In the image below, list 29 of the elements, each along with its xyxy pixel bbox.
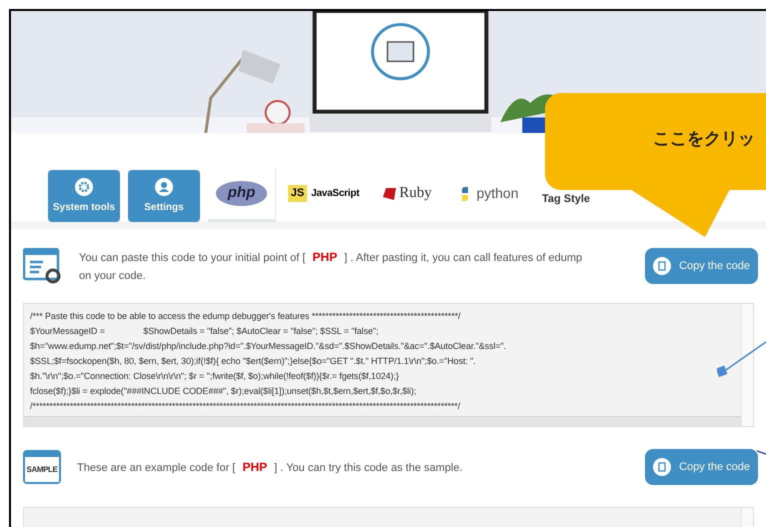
code-line: $SSL;$f=fsockopen($h, 80, $ern, $ert, 30);if(!$f){ echo "$ert($ern)";}else{$o="GET ".$t." HTTP/1.1\r\n";$o.="Host: ". <box>30 355 477 368</box>
tab[interactable]: Settings <box>128 170 200 222</box>
pen-mark <box>757 450 766 455</box>
tab[interactable]: System tools <box>48 170 120 222</box>
tab[interactable]: python <box>452 168 526 222</box>
window-refresh-icon <box>23 248 63 284</box>
user-icon <box>155 178 173 196</box>
settings-icon <box>75 178 93 196</box>
copy-icon <box>653 257 672 275</box>
section-message: You can paste this code to your initial point of [ PHP ] . After pasting it, you can call features of edump on your code. <box>79 248 584 284</box>
copy-icon <box>653 458 672 476</box>
code-line: $h="www.edump.net";$t="/sv/dist/php/include.php?id=".$YourMessageID."&sd=".$ShowDetails."&ac=".$AutoClear."&ssl=". <box>30 340 507 353</box>
code-line: $h."\r\n";$o.="Connection: Close\r\n\r\n"; $r = '';fwrite($f, $o);while(!feof($f)){$r.= fgets($f,1024);} <box>30 370 400 383</box>
sample-icon: SAMPLE <box>23 450 61 484</box>
section-message: These are an example code for [ PHP ] . You can try this code as the sample. <box>77 458 464 476</box>
tab[interactable]: Tag Style <box>534 190 598 222</box>
code-line: fclose($f);}$li = explode("###INCLUDE CODE###", $r);eval($li[1]);unset($h,$t,$ern,$ert,$f,$o,$r,$li); <box>30 385 418 398</box>
code-line: $YourMessageID = $ShowDetails = "false"; $AutoClear = "false"; $SSL = "false"; <box>30 325 380 338</box>
vertical-scrollbar[interactable] <box>741 304 753 426</box>
gem-icon <box>383 188 398 200</box>
copy-button[interactable]: Copy the code <box>645 248 758 284</box>
code-line: /*** Paste this code to be able to access the edump debugger's features *******************************************/ <box>30 310 462 323</box>
code-line: /*****************************************************************************************************************************/ <box>30 400 462 413</box>
copy-button[interactable]: Copy the code <box>645 449 758 485</box>
tab[interactable]: Ruby <box>372 168 444 222</box>
vertical-scrollbar[interactable] <box>741 508 753 527</box>
callout-text: ここをクリッ <box>653 128 755 150</box>
horizontal-scrollbar[interactable] <box>24 416 741 426</box>
tab[interactable]: JS JavaScript <box>284 168 364 222</box>
